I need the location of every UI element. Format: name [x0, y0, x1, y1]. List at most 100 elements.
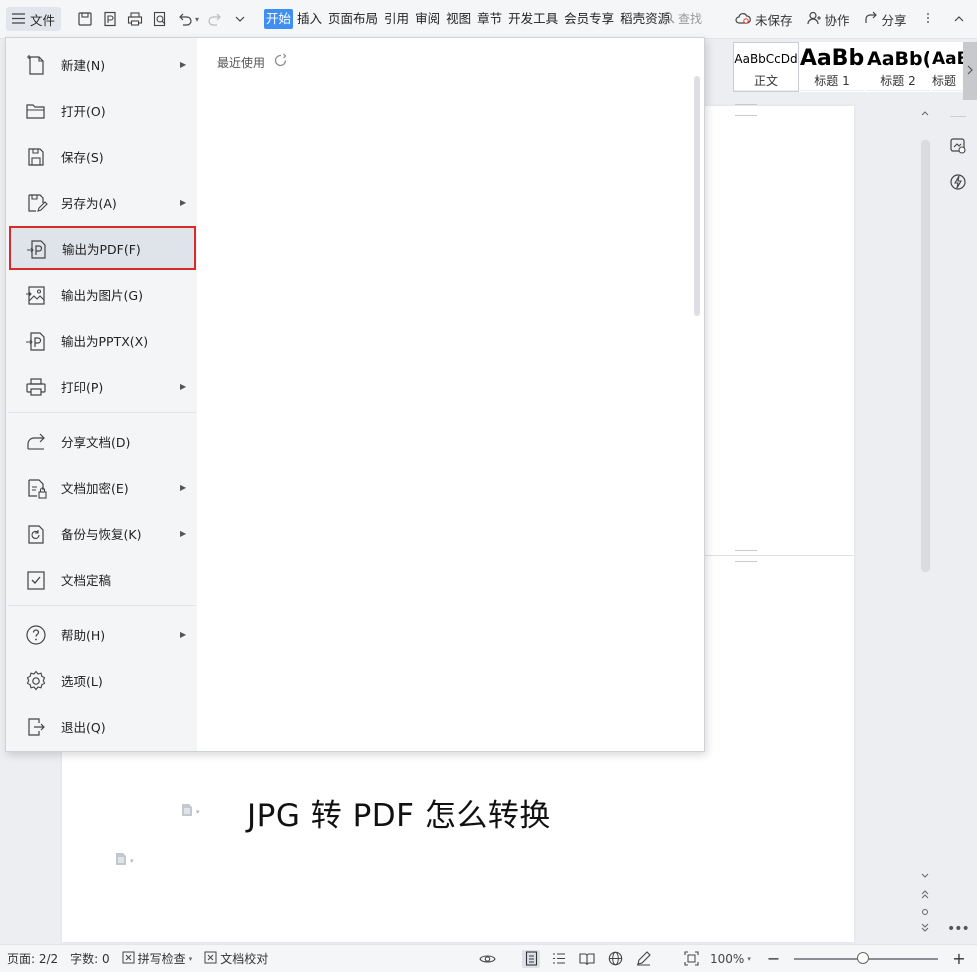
- menu-item-save[interactable]: 保存(S): [8, 134, 196, 178]
- menu-item-export-pdf[interactable]: 输出为PDF(F): [9, 226, 196, 270]
- unsaved-button[interactable]: 未保存: [735, 10, 793, 29]
- style-normal[interactable]: AaBbCcDd 正文: [733, 42, 799, 92]
- fit-page-icon[interactable]: [682, 950, 700, 968]
- paragraph-handle[interactable]: ▾: [115, 852, 134, 869]
- file-menu-button[interactable]: 文件: [6, 7, 62, 31]
- share-label: 分享: [881, 13, 907, 28]
- collapse-ribbon-icon[interactable]: [953, 13, 965, 27]
- cloud-icon: [735, 12, 751, 28]
- zoom-dropdown[interactable]: 100% ▾: [710, 952, 751, 966]
- redo-icon[interactable]: [206, 10, 224, 28]
- eye-icon[interactable]: [478, 950, 496, 968]
- chevron-down-icon: ▾: [188, 954, 193, 963]
- tab-home[interactable]: 开始: [264, 9, 294, 29]
- encrypt-icon: [24, 476, 48, 500]
- export-pdf-icon: [25, 237, 49, 261]
- menu-divider: [8, 605, 196, 606]
- save-icon[interactable]: [76, 10, 94, 28]
- scrollbar-thumb[interactable]: [921, 140, 930, 572]
- page-indicator[interactable]: 页面: 2/2: [7, 950, 58, 967]
- export-pdf-icon[interactable]: [101, 10, 119, 28]
- web-view-icon[interactable]: [606, 950, 624, 968]
- menu-item-label: 帮助(H): [61, 627, 106, 643]
- style-gallery: AaBbCcDd 正文 AaBb 标题 1 AaBb( 标题 2 AaB 标题: [733, 42, 977, 92]
- menu-item-label: 文档加密(E): [61, 480, 129, 496]
- collaborate-button[interactable]: 协作: [806, 10, 850, 29]
- search-box[interactable]: 查找: [662, 10, 702, 27]
- style-label: 正文: [753, 73, 778, 88]
- top-toolbar: 文件 ▾ 开始 插入 页面布局 引用 审阅 视图 章节 开发工具 会员专享 稻壳…: [0, 0, 977, 39]
- pen-icon[interactable]: [634, 950, 652, 968]
- chevron-down-icon: ▾: [747, 954, 751, 963]
- tab-view[interactable]: 视图: [444, 9, 473, 29]
- proofread-icon: [204, 951, 217, 967]
- tab-member[interactable]: 会员专享: [562, 9, 616, 29]
- lightning-icon[interactable]: [945, 173, 971, 191]
- undo-icon[interactable]: [176, 10, 194, 28]
- recent-files-scrollbar[interactable]: [694, 76, 700, 316]
- zoom-level: 100%: [710, 951, 745, 966]
- recent-files-label: 最近使用: [217, 55, 266, 70]
- header-actions: 未保存 协作 分享: [735, 10, 907, 29]
- file-menu-label: 文件: [30, 12, 56, 28]
- print-preview-icon[interactable]: [151, 10, 169, 28]
- recent-files-header: 最近使用: [217, 53, 288, 71]
- finalize-icon: [24, 568, 48, 592]
- tab-developer[interactable]: 开发工具: [506, 9, 560, 29]
- share-button[interactable]: 分享: [864, 10, 907, 29]
- more-options-icon[interactable]: [926, 11, 930, 27]
- refresh-icon[interactable]: [273, 53, 288, 71]
- tab-page-layout[interactable]: 页面布局: [326, 9, 380, 29]
- menu-item-save-as[interactable]: 另存为(A) ▶: [8, 180, 196, 224]
- reading-view-icon[interactable]: [578, 950, 596, 968]
- page-view-icon[interactable]: [522, 949, 540, 968]
- menu-item-label: 打开(O): [61, 103, 106, 119]
- document-heading[interactable]: JPG 转 PDF 怎么转换: [247, 790, 551, 835]
- menu-item-exit[interactable]: 退出(Q): [8, 704, 196, 748]
- style-heading-2[interactable]: AaBb( 标题 2: [865, 42, 931, 92]
- tab-review[interactable]: 审阅: [413, 9, 442, 29]
- menu-item-export-pptx[interactable]: 输出为PPTX(X): [8, 318, 196, 362]
- menu-item-share-doc[interactable]: 分享文档(D): [8, 419, 196, 463]
- zoom-in-icon[interactable]: +: [952, 949, 965, 968]
- style-gallery-scroll[interactable]: [963, 42, 977, 100]
- tab-chapter[interactable]: 章节: [475, 9, 504, 29]
- zoom-slider-knob[interactable]: [857, 951, 870, 964]
- customize-toolbar-icon[interactable]: [231, 10, 249, 28]
- menu-item-label: 分享文档(D): [61, 434, 131, 450]
- menu-item-print[interactable]: 打印(P) ▶: [8, 364, 196, 408]
- menu-item-encrypt[interactable]: 文档加密(E) ▶: [8, 465, 196, 509]
- paragraph-handle[interactable]: ▾: [181, 803, 200, 820]
- outline-view-icon[interactable]: [550, 950, 568, 968]
- sidebar-divider: [950, 116, 966, 117]
- menu-item-new[interactable]: 新建(N) ▶: [8, 42, 196, 86]
- menu-item-label: 打印(P): [61, 379, 104, 395]
- menu-item-help[interactable]: 帮助(H) ▶: [8, 612, 196, 656]
- more-horizontal-icon[interactable]: •••: [947, 921, 970, 937]
- file-menu-panel: 新建(N) ▶ 打开(O) 保存(S) 另存为(A) ▶ 输出为PDF(F) 输…: [5, 37, 705, 752]
- print-icon: [24, 375, 48, 399]
- style-heading-1[interactable]: AaBb 标题 1: [799, 42, 865, 92]
- menu-item-export-image[interactable]: 输出为图片(G): [8, 272, 196, 316]
- zoom-out-icon[interactable]: −: [767, 949, 780, 968]
- submenu-arrow-icon: ▶: [180, 59, 187, 69]
- tab-insert[interactable]: 插入: [295, 9, 324, 29]
- menu-item-options[interactable]: 选项(L): [8, 658, 196, 702]
- image-tool-icon[interactable]: [945, 137, 971, 155]
- zoom-slider[interactable]: [794, 951, 939, 964]
- chevron-down-icon: ▾: [130, 856, 134, 865]
- print-icon[interactable]: [126, 10, 144, 28]
- spellcheck-button[interactable]: 拼写检查 ▾: [122, 950, 193, 967]
- menu-item-finalize[interactable]: 文档定稿: [8, 557, 196, 601]
- menu-item-open[interactable]: 打开(O): [8, 88, 196, 132]
- submenu-arrow-icon: ▶: [180, 381, 187, 391]
- undo-dropdown-icon[interactable]: ▾: [195, 15, 199, 24]
- proofread-button[interactable]: 文档校对: [204, 950, 268, 967]
- collaborate-label: 协作: [824, 13, 850, 28]
- word-count[interactable]: 字数: 0: [70, 950, 110, 967]
- tab-references[interactable]: 引用: [382, 9, 411, 29]
- user-icon: [806, 11, 821, 28]
- status-bar: 页面: 2/2 字数: 0 拼写检查 ▾ 文档校对 100% ▾ − +: [0, 944, 977, 972]
- menu-item-backup[interactable]: 备份与恢复(K) ▶: [8, 511, 196, 555]
- ribbon-tabs: 开始 插入 页面布局 引用 审阅 视图 章节 开发工具 会员专享 稻壳资源: [264, 0, 674, 38]
